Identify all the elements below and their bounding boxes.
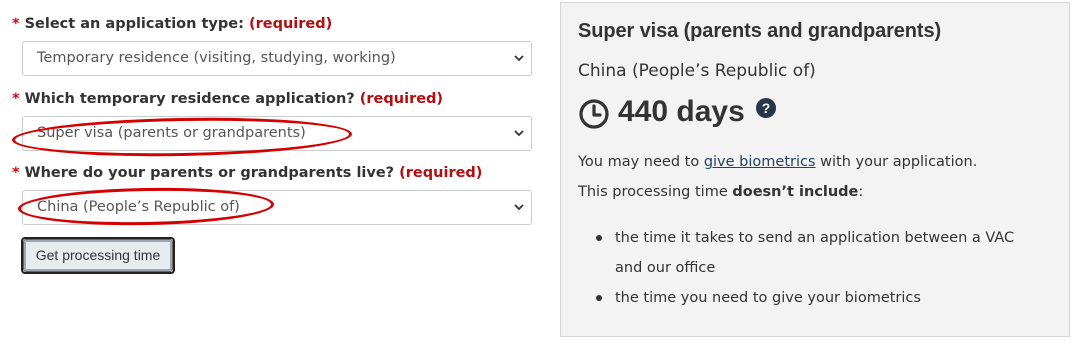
give-biometrics-link[interactable]: give biometrics — [704, 154, 816, 170]
temporary-residence-value: Super visa (parents or grandparents) — [37, 125, 306, 141]
get-processing-time-button[interactable]: Get processing time — [23, 239, 173, 272]
clock-icon — [579, 99, 609, 129]
exclusions-list: the time it takes to send an application… — [578, 223, 1048, 313]
required-tag: (required) — [248, 16, 333, 32]
temporary-residence-label: * Which temporary residence application? … — [12, 91, 444, 107]
processing-time-result-panel: Super visa (parents and grandparents) Ch… — [560, 2, 1070, 337]
application-type-label: * Select an application type: (required) — [12, 16, 333, 32]
chevron-down-icon — [514, 55, 524, 62]
result-title: Super visa (parents and grandparents) — [578, 20, 942, 42]
required-tag: (required) — [399, 165, 483, 181]
application-type-value: Temporary residence (visiting, studying,… — [37, 50, 396, 66]
exclusions-intro: This processing time doesn’t include: — [578, 184, 864, 200]
result-country: China (People’s Republic of) — [578, 61, 816, 81]
parents-location-select[interactable]: China (People’s Republic of) — [22, 190, 532, 225]
application-type-select[interactable]: Temporary residence (visiting, studying,… — [22, 41, 532, 76]
required-star: * — [12, 165, 20, 181]
processing-days: 440 days — [618, 95, 745, 128]
parents-location-value: China (People’s Republic of) — [37, 199, 240, 215]
biometrics-note: You may need to give biometrics with you… — [578, 154, 978, 170]
parents-location-label: * Where do your parents or grandparents l… — [12, 165, 483, 181]
temporary-residence-select[interactable]: Super visa (parents or grandparents) — [22, 116, 532, 151]
required-tag: (required) — [359, 91, 444, 107]
chevron-down-icon — [514, 130, 524, 137]
bullet-icon — [596, 235, 602, 241]
required-star: * — [12, 91, 20, 107]
list-item: the time it takes to send an application… — [578, 223, 1048, 283]
list-item: the time you need to give your biometric… — [578, 283, 1048, 313]
required-star: * — [12, 16, 20, 32]
chevron-down-icon — [514, 204, 524, 211]
question-circle-icon[interactable]: ? — [756, 98, 776, 118]
bullet-icon — [596, 295, 602, 301]
